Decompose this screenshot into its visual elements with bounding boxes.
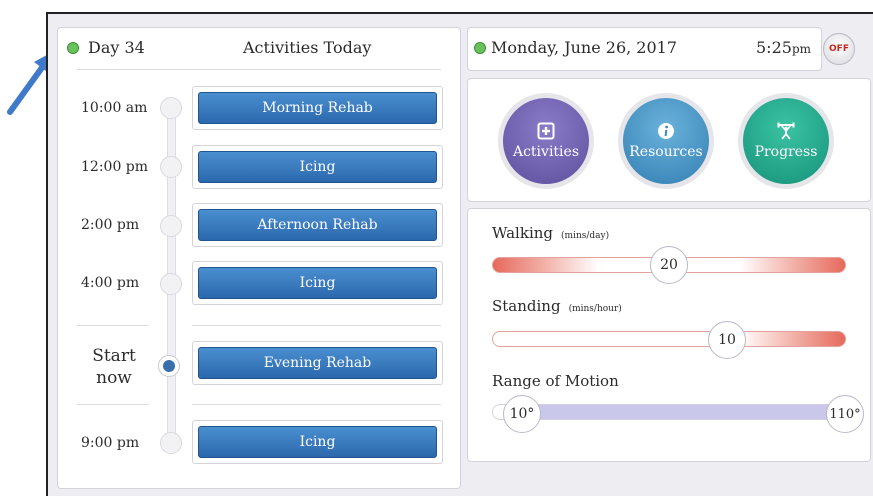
timeline-node[interactable] [160,156,182,178]
schedule-slot: Icing [192,261,443,305]
weightlifter-icon [777,122,795,140]
divider [192,325,441,326]
timeline-node[interactable] [160,432,182,454]
standing-unit: (mins/hour) [568,304,622,314]
day-label: Day 34 [88,38,145,57]
walking-unit: (mins/day) [561,231,610,241]
activities-title: Activities Today [243,38,372,57]
divider [192,404,441,405]
resources-button[interactable]: Resources [618,93,714,189]
activities-label: Activities [512,144,579,160]
schedule-time: 9:00 pm [81,435,140,451]
schedule-slot: Morning Rehab [192,86,443,130]
range-of-motion-label: Range of Motion [492,372,619,390]
walking-label: Walking (mins/day) [492,224,609,242]
activity-button-morning-rehab[interactable]: Morning Rehab [198,92,437,124]
status-dot [67,42,79,54]
timeline-node[interactable] [160,273,182,295]
progress-button[interactable]: Progress [738,93,834,189]
range-slider-min-knob[interactable]: 10° [503,395,541,433]
activity-button-icing[interactable]: Icing [198,151,437,183]
schedule-time: 2:00 pm [81,217,140,233]
start-now-line1: Start [92,346,136,366]
activity-button-evening-rehab[interactable]: Evening Rehab [198,347,437,379]
range-slider-fill [520,405,846,419]
standing-slider-track[interactable] [492,331,846,347]
progress-label: Progress [754,144,818,160]
activities-button[interactable]: Activities [498,93,594,189]
header-divider [77,69,441,70]
schedule-time: 4:00 pm [81,275,140,291]
activity-button-icing[interactable]: Icing [198,267,437,299]
schedule-slot: Icing [192,420,443,464]
clock: 5:25pm [756,38,811,57]
start-now-label: Start now [90,345,138,389]
timeline-node[interactable] [160,215,182,237]
schedule-time: 10:00 am [81,100,148,116]
schedule-slot: Afternoon Rehab [192,203,443,247]
range-slider-max-knob[interactable]: 110° [826,395,864,433]
schedule-time: 12:00 pm [81,159,149,175]
timeline-node[interactable] [160,97,182,119]
power-off-button[interactable]: OFF [823,33,855,65]
divider [77,404,149,405]
divider [77,325,149,326]
resources-label: Resources [629,144,703,160]
activity-button-icing[interactable]: Icing [198,426,437,458]
start-now-line2: now [96,368,132,388]
plus-square-icon [537,122,555,140]
schedule-slot-current: Evening Rehab [192,341,443,385]
schedule-slot: Icing [192,145,443,189]
standing-title: Standing [492,297,561,315]
activity-button-afternoon-rehab[interactable]: Afternoon Rehab [198,209,437,241]
walking-slider-knob[interactable]: 20 [650,246,688,284]
standing-label: Standing (mins/hour) [492,297,622,315]
status-dot [474,42,486,54]
info-icon [658,123,674,139]
walking-title: Walking [492,224,554,242]
timeline-node-current[interactable] [158,355,180,377]
time-label: 5:25 [756,38,792,57]
date-label: Monday, June 26, 2017 [491,38,678,57]
time-suffix: pm [791,42,811,56]
standing-slider-knob[interactable]: 10 [708,321,746,359]
